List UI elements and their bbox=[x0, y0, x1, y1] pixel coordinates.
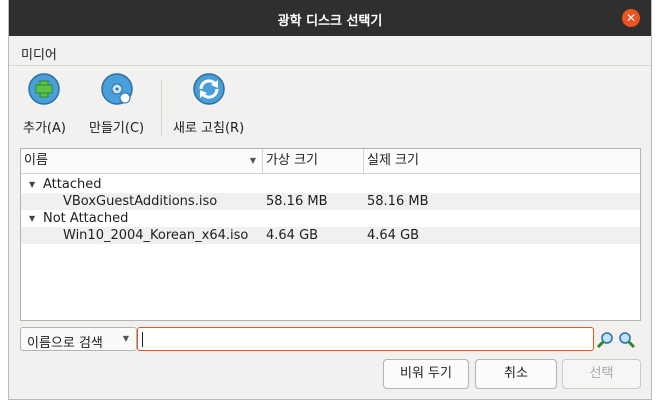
column-actual-size-label: 실제 크기 bbox=[367, 153, 419, 168]
choose-button[interactable]: 선택 bbox=[562, 359, 641, 389]
title-bar: 광학 디스크 선택기 ✕ bbox=[9, 0, 651, 36]
tree-header: 이름 ▼ 가상 크기 실제 크기 bbox=[21, 149, 640, 174]
chevron-down-icon: ▼ bbox=[122, 334, 129, 343]
collapse-arrow-icon[interactable]: ▼ bbox=[29, 176, 35, 193]
media-virtual-size: 4.64 GB bbox=[266, 228, 319, 243]
search-input[interactable] bbox=[137, 327, 594, 351]
text-caret bbox=[142, 332, 143, 347]
menu-bar: 미디어 bbox=[9, 36, 651, 66]
search-forward-icon[interactable] bbox=[618, 331, 636, 349]
column-header-name[interactable]: 이름 ▼ bbox=[21, 149, 263, 173]
search-mode-value: 이름으로 검색 bbox=[27, 336, 103, 351]
window-title: 광학 디스크 선택기 bbox=[277, 14, 383, 29]
search-mode-combobox[interactable]: 이름으로 검색 ▼ bbox=[20, 327, 137, 351]
column-header-virtual-size[interactable]: 가상 크기 bbox=[263, 149, 364, 173]
sort-down-icon: ▼ bbox=[249, 156, 256, 165]
table-row[interactable]: VBoxGuestAdditions.iso 58.16 MB 58.16 MB bbox=[21, 193, 640, 210]
add-label: 추가(A) bbox=[23, 121, 66, 136]
add-button[interactable]: 추가(A) bbox=[23, 72, 66, 136]
media-actual-size: 4.64 GB bbox=[367, 228, 420, 243]
add-disk-icon bbox=[28, 73, 61, 105]
close-icon[interactable]: ✕ bbox=[622, 9, 640, 27]
media-tree[interactable]: 이름 ▼ 가상 크기 실제 크기 ▼ Attached VBoxGuestAdd… bbox=[20, 148, 641, 321]
column-name-label: 이름 bbox=[24, 153, 48, 168]
media-name: VBoxGuestAdditions.iso bbox=[63, 194, 218, 209]
group-label: Attached bbox=[43, 177, 102, 192]
create-disk-icon bbox=[100, 73, 133, 105]
cancel-button[interactable]: 취소 bbox=[475, 359, 557, 389]
column-virtual-size-label: 가상 크기 bbox=[266, 153, 318, 168]
refresh-icon bbox=[192, 73, 225, 105]
refresh-label: 새로 고침(R) bbox=[173, 121, 245, 136]
table-row[interactable]: Win10_2004_Korean_x64.iso 4.64 GB 4.64 G… bbox=[21, 227, 640, 244]
optical-disk-selector-window: 광학 디스크 선택기 ✕ 미디어 추가(A) 만들기(C) 새로 고침(R) 이… bbox=[8, 0, 652, 400]
toolbar-separator bbox=[161, 80, 162, 136]
column-header-actual-size[interactable]: 실제 크기 bbox=[364, 149, 642, 173]
create-label: 만들기(C) bbox=[89, 121, 145, 136]
clear-button[interactable]: 비워 두기 bbox=[383, 359, 469, 389]
tree-group-attached[interactable]: ▼ Attached bbox=[21, 176, 640, 193]
create-button[interactable]: 만들기(C) bbox=[89, 72, 144, 136]
search-backward-icon[interactable] bbox=[596, 331, 614, 349]
media-virtual-size: 58.16 MB bbox=[266, 194, 328, 209]
media-name: Win10_2004_Korean_x64.iso bbox=[63, 228, 249, 243]
tree-group-not-attached[interactable]: ▼ Not Attached bbox=[21, 210, 640, 227]
collapse-arrow-icon[interactable]: ▼ bbox=[29, 210, 35, 227]
group-label: Not Attached bbox=[43, 211, 129, 226]
media-actual-size: 58.16 MB bbox=[367, 194, 429, 209]
menu-item-media[interactable]: 미디어 bbox=[21, 44, 57, 63]
refresh-button[interactable]: 새로 고침(R) bbox=[173, 72, 244, 136]
